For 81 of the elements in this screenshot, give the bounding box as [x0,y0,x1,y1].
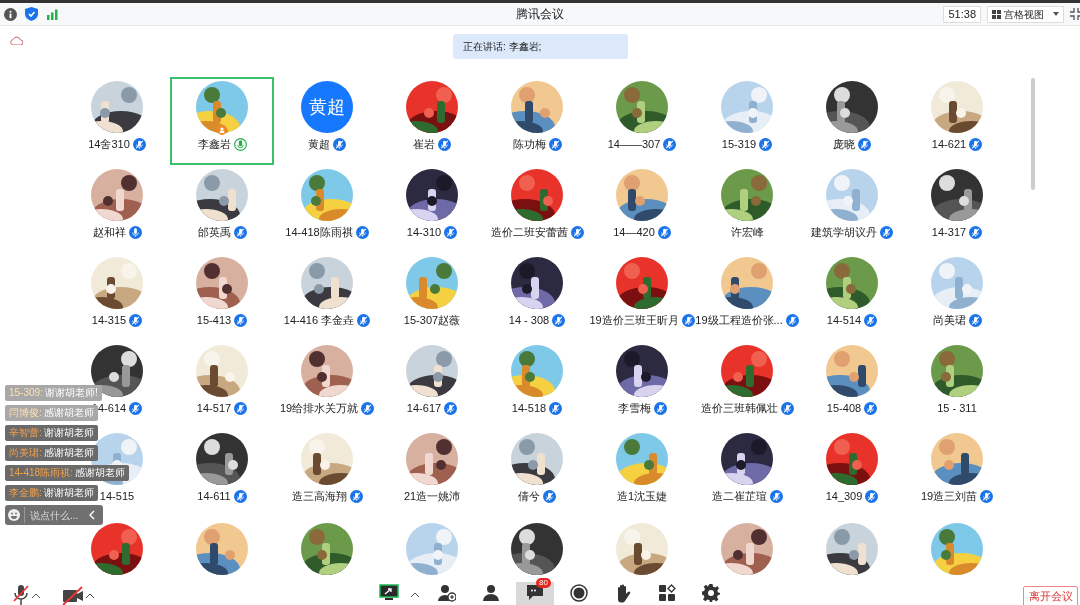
participant-name: 15-408 [826,401,862,415]
chat-message-toast: 尚美珺: 感谢胡老师 [5,445,98,461]
settings-icon [702,584,720,602]
chat-message-toast: 李金鹏: 谢谢胡老师 [5,485,98,501]
participant-name: 21造一姚沛 [403,489,461,503]
participant-name: 李雪梅 [617,401,651,415]
apps-icon [658,584,676,602]
participant-name: 14_309 [825,489,863,503]
meeting-timer: 51:38 [943,5,981,23]
selected-tile-frame[interactable]: 李鑫岩 [170,77,274,165]
chat-icon [526,584,544,601]
participant-name: 陈功梅 [512,137,546,151]
participant-name: 14-317 [931,225,967,239]
info-icon[interactable] [4,7,17,21]
add-person-icon [438,584,456,602]
person-icon [482,584,500,602]
screen-share-icon [379,584,399,600]
record-icon [570,584,588,602]
participant-name: 造二崔芷瑄 [711,489,767,503]
caret-up-icon[interactable] [32,593,40,598]
raised-hand-icon [615,584,631,603]
participant-name: 倩兮 [518,489,540,503]
collapse-icon[interactable] [88,510,96,520]
participant-name: 14-621 [931,137,967,151]
participant-name: 14—420 [613,225,655,239]
avatar: 黄超 [301,81,353,133]
participant-name: 造三高海翔 [291,489,347,503]
participant-name: 尚美珺 [932,313,966,327]
scrollbar[interactable] [1031,78,1035,190]
participant-name: 14——307 [607,137,661,151]
participant-name: 赵和祥 [92,225,126,239]
participant-name: 14-515 [99,489,135,503]
participant-name: 14-315 [91,313,127,327]
participant-name: 建筑学胡议丹 [811,225,877,239]
participant-name: 14-617 [406,401,442,415]
participant-name: 14-611 [197,489,231,503]
speaking-banner: 正在讲话: 李鑫岩; [453,34,628,59]
chat-message-toast: 辛智蕾: 谢谢胡老师 [5,425,98,441]
participant-name: 19级工程造价张... [695,313,783,327]
participant-name: 14-517 [196,401,232,415]
participant-name: 19给排水关万就 [279,401,359,415]
participant-name: 黄超 [308,137,330,151]
participant-name: 14 - 308 [508,313,550,327]
caret-up-icon[interactable] [86,593,94,598]
participant-name: 造价三班韩佩壮 [700,401,778,415]
participant-name: 19造三刘苗 [920,489,978,503]
participant-name: 14-416 李金垚 [283,313,355,327]
participant-name: 李鑫岩 [197,137,231,151]
participant-name: 14-418陈雨祺 [285,225,353,239]
participant-name: 邰英禹 [197,225,231,239]
participant-name: 15-319 [721,137,757,151]
participant-name: 19造价三班王昕月 [589,313,679,327]
participant-name: 14舍310 [88,137,130,151]
caret-icon [1053,12,1059,16]
caret-up-icon[interactable] [411,592,419,597]
participant-name: 15-413 [196,313,232,327]
participant-name: 许宏峰 [730,225,764,239]
participant-name: 14-310 [406,225,442,239]
participant-name: 庞晓 [833,137,855,151]
window-title: 腾讯会议 [516,6,564,23]
unread-badge: 80 [536,578,551,588]
chat-message-toast: 15-309: 谢谢胡老师! [5,385,102,401]
chat-message-toast: 14-418陈雨祺: 感谢胡老师 [5,465,129,481]
chat-input-toast[interactable]: 说点什么... [5,505,103,525]
participant-name: 14-518 [511,401,547,415]
signal-icon[interactable] [46,8,60,20]
cloud-icon [10,36,23,45]
muted-mic-icon[interactable] [12,583,30,605]
participant-name: 造价二班安蕾茜 [490,225,568,239]
view-dropdown[interactable]: 宫格视图 [987,5,1064,23]
video-off-icon[interactable] [62,586,84,605]
leave-meeting-button[interactable]: 离开会议 [1023,586,1078,605]
emoji-icon[interactable] [8,509,20,521]
participant-name: 14-514 [826,313,862,327]
shield-icon[interactable] [25,7,38,21]
participant-name: 崔岩 [413,137,435,151]
participant-name: 15-307赵薇 [403,313,461,327]
fullscreen-icon[interactable] [1070,8,1080,20]
participant-name: 造1沈玉婕 [616,489,668,503]
grid-icon [992,9,1001,19]
participant-name: 15 - 311 [937,401,977,415]
